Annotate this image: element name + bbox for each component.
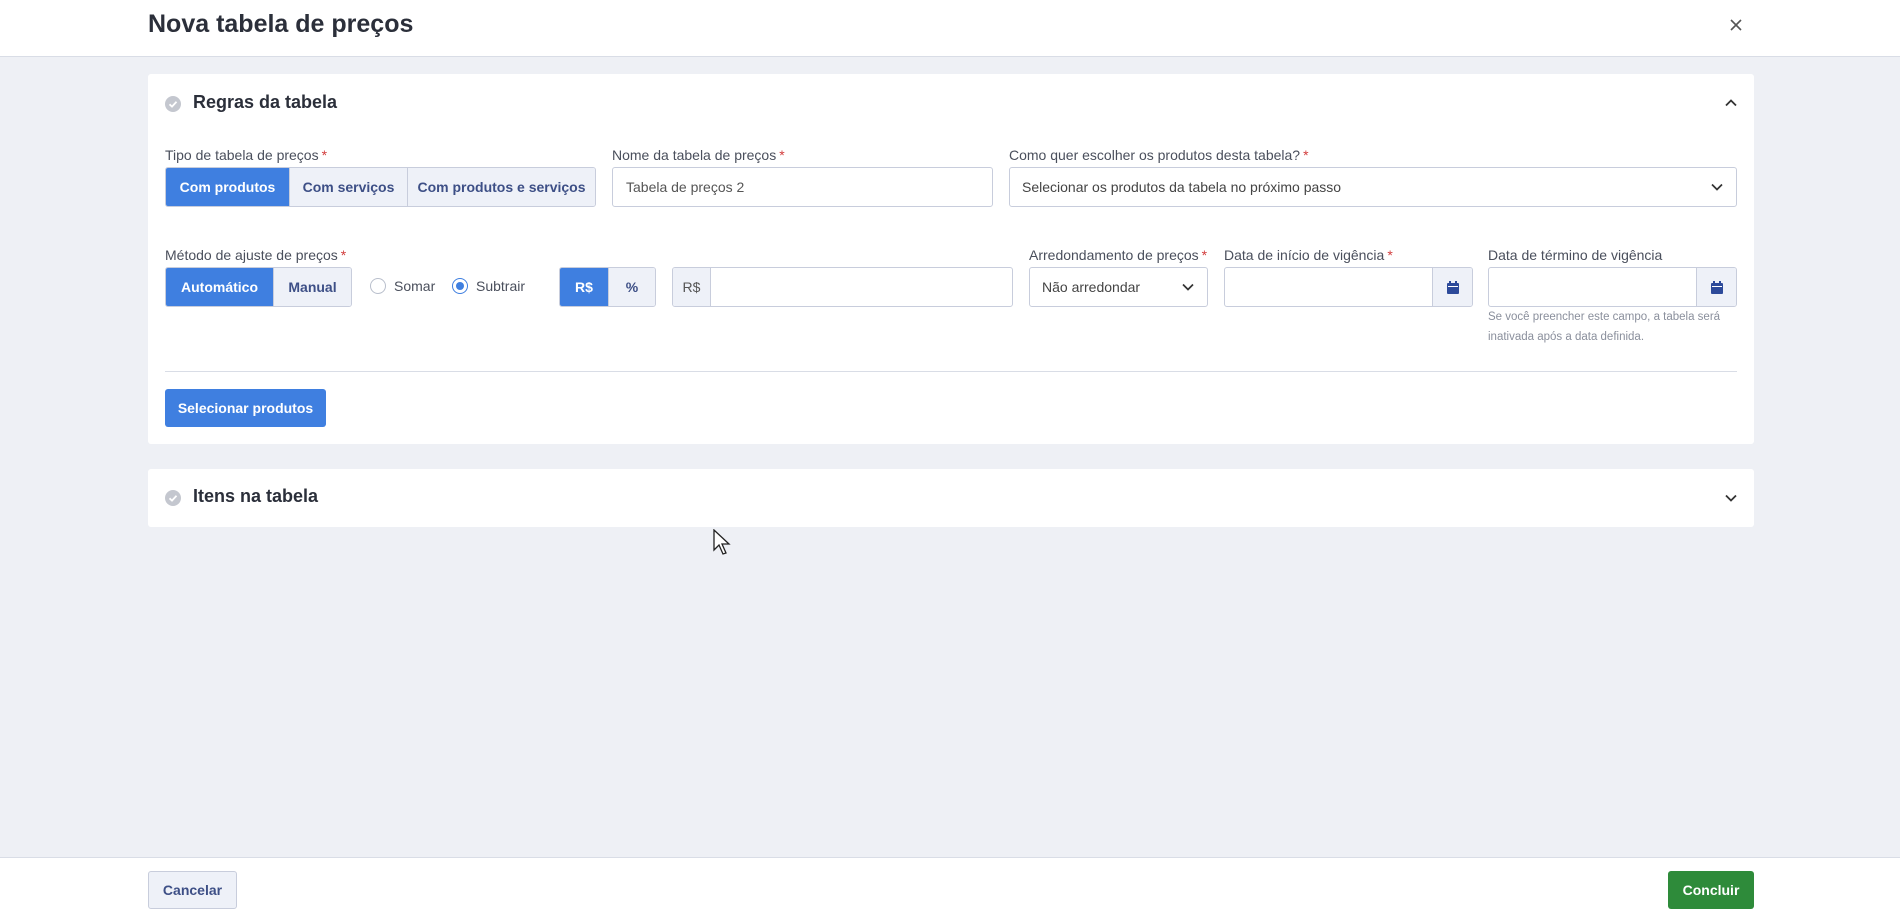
mouse-cursor-icon bbox=[713, 529, 731, 555]
option-percent[interactable]: % bbox=[609, 268, 655, 306]
product-selection-value: Selecionar os produtos da tabela no próx… bbox=[1022, 179, 1342, 195]
start-date-input[interactable] bbox=[1225, 268, 1432, 306]
price-table-type-selector: Com produtos Com serviços Com produtos e… bbox=[165, 167, 596, 207]
close-icon[interactable] bbox=[1724, 13, 1748, 37]
price-table-type-label: Tipo de tabela de preços * bbox=[165, 147, 328, 163]
section-title-items: Itens na tabela bbox=[193, 486, 319, 506]
select-products-button[interactable]: Selecionar produtos bbox=[165, 389, 326, 427]
start-date-label: Data de início de vigência * bbox=[1224, 247, 1393, 263]
rounding-value: Não arredondar bbox=[1042, 279, 1141, 295]
table-name-label: Nome da tabela de preços * bbox=[612, 147, 785, 163]
confirm-button[interactable]: Concluir bbox=[1668, 871, 1754, 909]
radio-subtrair-label: Subtrair bbox=[476, 278, 526, 294]
items-card[interactable]: Itens na tabela bbox=[148, 469, 1754, 527]
amount-prefix: R$ bbox=[673, 268, 711, 306]
option-com-produtos-e-servicos[interactable]: Com produtos e serviços bbox=[408, 168, 595, 206]
cancel-button[interactable]: Cancelar bbox=[148, 871, 237, 909]
section-divider bbox=[165, 371, 1737, 372]
chevron-down-icon bbox=[1711, 183, 1723, 191]
end-date-label: Data de término de vigência bbox=[1488, 247, 1663, 263]
chevron-up-icon[interactable] bbox=[1723, 95, 1739, 111]
rounding-select[interactable]: Não arredondar bbox=[1029, 267, 1208, 307]
product-selection-label: Como quer escolher os produtos desta tab… bbox=[1009, 147, 1309, 163]
modal-footer: Cancelar Concluir bbox=[0, 857, 1900, 915]
chevron-down-icon bbox=[1182, 283, 1194, 291]
table-name-input[interactable]: Tabela de preços 2 bbox=[612, 167, 993, 207]
end-date-calendar-button[interactable] bbox=[1696, 268, 1736, 306]
amount-input-group: R$ bbox=[672, 267, 1013, 307]
adjust-method-selector: Automático Manual bbox=[165, 267, 352, 307]
unit-selector: R$ % bbox=[559, 267, 656, 307]
calendar-icon bbox=[1446, 280, 1459, 294]
radio-somar[interactable]: Somar bbox=[370, 278, 435, 294]
option-manual[interactable]: Manual bbox=[274, 268, 351, 306]
amount-input[interactable] bbox=[711, 268, 1012, 306]
calendar-icon bbox=[1710, 280, 1723, 294]
end-date-input[interactable] bbox=[1489, 268, 1696, 306]
section-title-rules: Regras da tabela bbox=[193, 92, 338, 112]
radio-subtrair-dot[interactable] bbox=[452, 278, 468, 294]
rounding-label: Arredondamento de preços * bbox=[1029, 247, 1208, 263]
page-title: Nova tabela de preços bbox=[148, 10, 414, 38]
option-automatico[interactable]: Automático bbox=[166, 268, 274, 306]
adjust-method-label: Método de ajuste de preços * bbox=[165, 247, 347, 263]
modal-header: Nova tabela de preços bbox=[0, 0, 1900, 57]
radio-somar-label: Somar bbox=[394, 278, 436, 294]
chevron-down-icon[interactable] bbox=[1723, 490, 1739, 506]
start-date-calendar-button[interactable] bbox=[1432, 268, 1472, 306]
option-com-produtos[interactable]: Com produtos bbox=[166, 168, 290, 206]
end-date-picker bbox=[1488, 267, 1737, 307]
check-circle-icon bbox=[165, 96, 181, 112]
radio-somar-dot[interactable] bbox=[370, 278, 386, 294]
option-reais[interactable]: R$ bbox=[560, 268, 609, 306]
start-date-picker bbox=[1224, 267, 1473, 307]
product-selection-select[interactable]: Selecionar os produtos da tabela no próx… bbox=[1009, 167, 1737, 207]
end-date-help-text: Se você preencher este campo, a tabela s… bbox=[1488, 311, 1721, 343]
check-circle-icon bbox=[165, 490, 181, 506]
option-com-servicos[interactable]: Com serviços bbox=[290, 168, 408, 206]
radio-subtrair[interactable]: Subtrair bbox=[452, 278, 525, 294]
